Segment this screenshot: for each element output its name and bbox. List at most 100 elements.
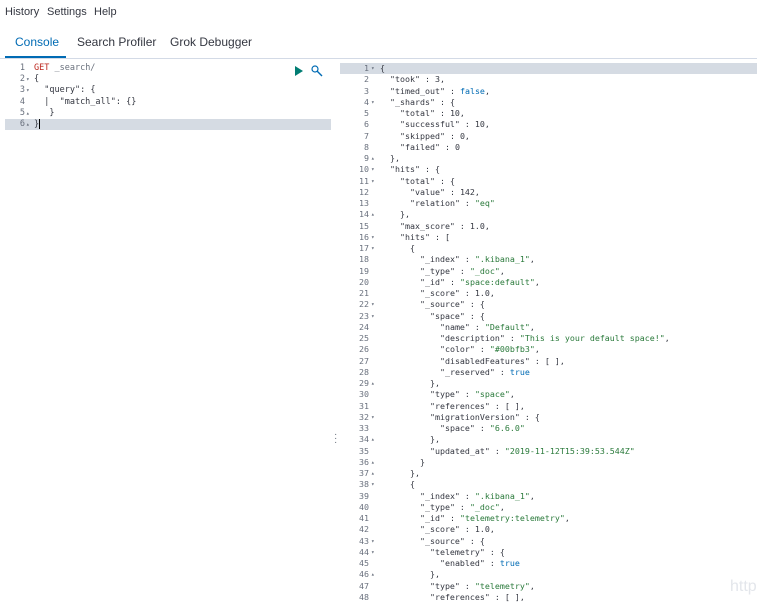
- wrench-icon[interactable]: [311, 65, 323, 77]
- fold-toggle-icon[interactable]: ▾: [371, 97, 375, 108]
- response-line: 12 "value" : 142,: [340, 187, 757, 198]
- code-text: "updated_at" : "2019-11-12T15:39:53.544Z…: [429, 445, 635, 456]
- line-number: 33: [359, 423, 369, 433]
- line-number: 12: [359, 186, 369, 197]
- request-line[interactable]: 5 ▴ }: [5, 108, 331, 119]
- line-number: 28: [359, 366, 369, 377]
- code-text: "hits" : [: [399, 231, 450, 242]
- line-number: 42: [359, 524, 369, 535]
- code-text: "references" : [ ],: [429, 400, 525, 411]
- code-text: "failed" : 0: [399, 141, 460, 152]
- pane-resizer[interactable]: [331, 63, 340, 606]
- request-line[interactable]: 1 GET _search/: [5, 63, 331, 74]
- fold-toggle-icon[interactable]: ▴: [371, 153, 375, 164]
- line-number: 15: [359, 220, 369, 231]
- request-editor[interactable]: 1 GET _search/2 ▾ {3 ▾ "query": {4 | "match_…: [5, 63, 331, 606]
- response-output[interactable]: 1 ▾{2 "took" : 3, 3 "timed_out" : false, 4 ▾…: [340, 63, 757, 606]
- line-number: 48: [359, 591, 369, 602]
- fold-toggle-icon[interactable]: ▾: [26, 85, 30, 96]
- code-text: "type" : "telemetry",: [429, 580, 535, 591]
- code-text: "space" : {: [429, 310, 485, 321]
- fold-toggle-icon[interactable]: ▾: [371, 164, 375, 175]
- line-number: 6: [19, 119, 25, 129]
- fold-toggle-icon[interactable]: ▾: [371, 479, 375, 490]
- fold-toggle-icon[interactable]: ▾: [371, 547, 375, 558]
- request-line[interactable]: 3 ▾ "query": {: [5, 85, 331, 96]
- request-line[interactable]: 2 ▾ {: [5, 74, 331, 85]
- code-text: "migrationVersion" : {: [429, 411, 540, 422]
- code-text: },: [380, 378, 440, 388]
- tab-console[interactable]: Console: [15, 35, 59, 49]
- line-number: 45: [359, 558, 369, 568]
- line-number: 4: [19, 96, 25, 107]
- request-line[interactable]: 6 ▴}: [5, 119, 331, 130]
- fold-toggle-icon[interactable]: ▴: [371, 434, 375, 445]
- line-number: 41: [359, 513, 369, 523]
- line-number: 25: [359, 333, 369, 343]
- line-number: 43: [359, 535, 369, 546]
- fold-toggle-icon[interactable]: ▾: [371, 536, 375, 547]
- response-line: 45 "enabled" : true: [340, 558, 757, 569]
- fold-toggle-icon[interactable]: ▴: [26, 108, 30, 119]
- code-text: "description" : "This is your default sp…: [439, 333, 670, 343]
- request-line[interactable]: 4 | "match_all": {}: [5, 97, 331, 108]
- resizer-grip-icon[interactable]: · · ·: [334, 430, 337, 448]
- code-text: "relation" : "eq": [409, 198, 495, 208]
- play-icon[interactable]: [295, 66, 303, 76]
- tab-search-profiler[interactable]: Search Profiler: [77, 35, 156, 49]
- fold-toggle-icon[interactable]: ▾: [371, 176, 375, 187]
- line-number: 17: [359, 243, 369, 253]
- line-number: 35: [359, 445, 369, 456]
- line-number: 47: [359, 580, 369, 591]
- menu-settings[interactable]: Settings: [47, 6, 87, 18]
- fold-toggle-icon[interactable]: ▾: [371, 232, 375, 243]
- response-line: 44 ▾ "telemetry" : {: [340, 547, 757, 558]
- fold-toggle-icon[interactable]: ▾: [371, 299, 375, 310]
- code-text: "_id" : "space:default",: [419, 276, 540, 287]
- fold-toggle-icon[interactable]: ▴: [371, 569, 375, 580]
- fold-toggle-icon[interactable]: ▾: [371, 311, 375, 322]
- line-number: 13: [359, 198, 369, 208]
- line-number: 16: [359, 231, 369, 242]
- fold-toggle-icon[interactable]: ▴: [371, 468, 375, 479]
- response-line: 43 ▾ "_source" : {: [340, 536, 757, 547]
- menu-history[interactable]: History: [5, 6, 39, 18]
- response-line: 5 "total" : 10,: [340, 108, 757, 119]
- line-number: 5: [19, 107, 25, 118]
- response-line: 46 ▴ },: [340, 569, 757, 580]
- fold-toggle-icon[interactable]: ▾: [26, 74, 30, 85]
- fold-toggle-icon[interactable]: ▴: [371, 209, 375, 220]
- request-editor-background: [33, 63, 331, 606]
- line-number: 6: [364, 119, 369, 130]
- response-line: 18 "_index" : ".kibana_1",: [340, 254, 757, 265]
- code-text: "_type" : "_doc",: [419, 265, 505, 276]
- response-line: 29 ▴ },: [340, 378, 757, 389]
- menu-help[interactable]: Help: [94, 6, 117, 18]
- fold-toggle-icon[interactable]: ▾: [371, 243, 375, 254]
- code-text: "_score" : 1.0,: [419, 524, 495, 535]
- tab-grok-debugger[interactable]: Grok Debugger: [170, 35, 252, 49]
- line-number: 8: [364, 141, 369, 152]
- response-line: 8 "failed" : 0: [340, 142, 757, 153]
- response-line: 35 "updated_at" : "2019-11-12T15:39:53.5…: [340, 446, 757, 457]
- response-line: 11 ▾ "total" : {: [340, 176, 757, 187]
- request-gutter: [5, 63, 33, 606]
- line-number: 2: [19, 74, 25, 85]
- fold-toggle-icon[interactable]: ▾: [371, 63, 375, 74]
- code-text: "value" : 142,: [409, 186, 480, 197]
- code-text: {: [34, 74, 40, 85]
- line-number: 3: [19, 85, 25, 96]
- code-text: "query": {: [44, 85, 96, 96]
- code-text: "color" : "#00bfb3",: [439, 344, 540, 355]
- fold-toggle-icon[interactable]: ▴: [26, 119, 30, 130]
- response-line: 32 ▾ "migrationVersion" : {: [340, 412, 757, 423]
- fold-toggle-icon[interactable]: ▴: [371, 378, 375, 389]
- response-line: 40 "_type" : "_doc",: [340, 502, 757, 513]
- line-number: 4: [364, 96, 369, 107]
- fold-toggle-icon[interactable]: ▴: [371, 457, 375, 468]
- line-number: 24: [359, 321, 369, 332]
- fold-toggle-icon[interactable]: ▾: [371, 412, 375, 423]
- response-line: 48 "references" : [ ],: [340, 592, 757, 603]
- response-line: 33 "space" : "6.6.0": [340, 423, 757, 434]
- response-line: 21 "_score" : 1.0,: [340, 288, 757, 299]
